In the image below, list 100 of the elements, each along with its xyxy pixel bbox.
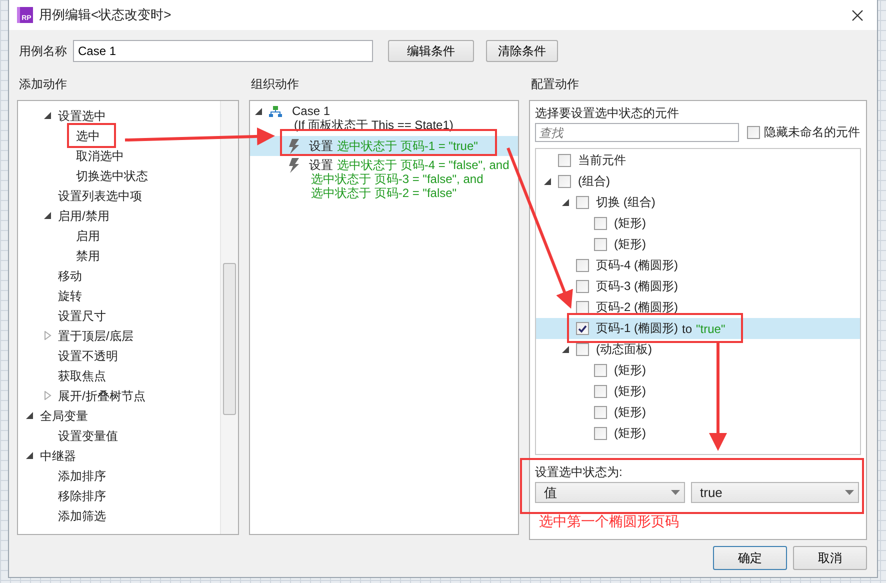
mode-dropdown[interactable]: 值 bbox=[535, 482, 685, 503]
expanded-triangle-icon[interactable] bbox=[44, 111, 52, 120]
action-detail: 选中状态于 页码-2 = "false" bbox=[311, 186, 458, 200]
widget-row[interactable]: (矩形) bbox=[536, 402, 860, 423]
action-item[interactable]: 获取焦点 bbox=[58, 368, 106, 384]
action-item[interactable]: 设置变量值 bbox=[58, 428, 118, 444]
collapsed-triangle-icon[interactable] bbox=[44, 391, 52, 400]
scrollbar[interactable] bbox=[220, 101, 238, 534]
condition-button[interactable]: 编辑条件 bbox=[388, 40, 474, 62]
action-item[interactable]: 设置选中 bbox=[58, 108, 106, 124]
action-item[interactable]: 切换选中状态 bbox=[76, 168, 148, 184]
action-item[interactable]: 设置不透明 bbox=[58, 348, 118, 364]
section-title: 添加动作 bbox=[18, 76, 68, 92]
action-item[interactable]: 全局变量 bbox=[40, 408, 88, 424]
widget-row[interactable]: (动态面板) bbox=[536, 339, 860, 360]
widget-row[interactable]: 页码-1 (椭圆形) to "true" bbox=[536, 318, 860, 339]
action-item[interactable]: 旋转 bbox=[58, 288, 82, 304]
action-item[interactable]: 移除排序 bbox=[58, 488, 106, 504]
widget-row[interactable]: (矩形) bbox=[536, 360, 860, 381]
checkbox[interactable] bbox=[594, 406, 607, 419]
search-field[interactable]: 查找 bbox=[535, 123, 739, 142]
scrollbar-thumb[interactable] bbox=[223, 263, 236, 415]
action-item[interactable]: 取消选中 bbox=[76, 148, 124, 164]
assigned-value: "true" bbox=[696, 322, 726, 336]
highlight-frame bbox=[67, 123, 116, 148]
widget-row[interactable]: (矩形) bbox=[536, 381, 860, 402]
expanded-triangle-icon[interactable] bbox=[562, 345, 570, 354]
checkbox[interactable] bbox=[576, 280, 589, 293]
widget-row[interactable]: (矩形) bbox=[536, 423, 860, 444]
section-title: 配置动作 bbox=[530, 76, 580, 92]
action-item[interactable]: 启用 bbox=[76, 228, 100, 244]
action-item[interactable]: 中继器 bbox=[40, 448, 76, 464]
widget-label: (矩形) bbox=[614, 383, 646, 400]
checkbox[interactable] bbox=[576, 322, 589, 335]
widget-row[interactable]: 页码-3 (椭圆形) bbox=[536, 276, 860, 297]
widget-row[interactable]: (矩形) bbox=[536, 234, 860, 255]
action-item[interactable]: 添加排序 bbox=[58, 468, 106, 484]
widget-row[interactable]: 当前元件 bbox=[536, 150, 860, 171]
checkbox-label: 隐藏未命名的元件 bbox=[764, 124, 860, 141]
action-detail: 选中状态于 页码-4 = "false", and bbox=[337, 158, 510, 172]
checkbox[interactable] bbox=[576, 301, 589, 314]
checkbox[interactable] bbox=[576, 196, 589, 209]
condition-button[interactable]: 清除条件 bbox=[486, 40, 558, 62]
checkbox[interactable] bbox=[594, 364, 607, 377]
action-item[interactable]: 添加筛选 bbox=[58, 508, 106, 524]
annotation-note: 选中第一个椭圆形页码 bbox=[538, 513, 680, 531]
widget-row[interactable]: (矩形) bbox=[536, 213, 860, 234]
value-dropdown[interactable]: true bbox=[691, 482, 859, 503]
case-name[interactable]: Case 1 bbox=[292, 104, 330, 118]
checkbox[interactable] bbox=[594, 385, 607, 398]
widget-label: (动态面板) bbox=[596, 341, 652, 358]
action-item[interactable]: 选中 bbox=[76, 128, 100, 144]
action-item[interactable]: 启用/禁用 bbox=[58, 208, 110, 224]
checkbox[interactable] bbox=[594, 217, 607, 230]
action-detail: 选中状态于 页码-1 = "true" bbox=[337, 139, 478, 153]
widget-label: 切换 (组合) bbox=[596, 194, 656, 211]
caret-icon bbox=[671, 490, 680, 495]
widget-label: 页码-1 (椭圆形) bbox=[596, 320, 678, 337]
widget-label: (组合) bbox=[578, 173, 610, 190]
expanded-triangle-icon[interactable] bbox=[44, 211, 52, 220]
expanded-triangle-icon[interactable] bbox=[544, 177, 552, 186]
expanded-triangle-icon[interactable] bbox=[255, 106, 263, 116]
collapsed-triangle-icon[interactable] bbox=[44, 331, 52, 340]
dialog-button[interactable]: 确定 bbox=[713, 546, 787, 570]
checkbox[interactable] bbox=[576, 259, 589, 272]
action-item[interactable]: 置于顶层/底层 bbox=[58, 328, 134, 344]
window-title: 用例编辑<状态改变时> bbox=[39, 6, 172, 24]
widget-label: 页码-3 (椭圆形) bbox=[596, 278, 678, 295]
expanded-triangle-icon[interactable] bbox=[562, 198, 570, 207]
checkbox[interactable] bbox=[594, 427, 607, 440]
lightning-icon bbox=[288, 139, 300, 154]
lightning-icon bbox=[288, 158, 300, 173]
action-item[interactable]: 设置尺寸 bbox=[58, 308, 106, 324]
expanded-triangle-icon[interactable] bbox=[26, 451, 34, 460]
checkbox[interactable] bbox=[558, 154, 571, 167]
dialog-button[interactable]: 取消 bbox=[793, 546, 867, 570]
widget-row[interactable]: 切换 (组合) bbox=[536, 192, 860, 213]
widget-label: (矩形) bbox=[614, 236, 646, 253]
action-item[interactable]: 展开/折叠树节点 bbox=[58, 388, 146, 404]
prompt-text: 选择要设置选中状态的元件 bbox=[535, 105, 680, 121]
widget-label: (矩形) bbox=[614, 425, 646, 442]
action-detail: 选中状态于 页码-3 = "false", and bbox=[311, 172, 484, 186]
expanded-triangle-icon[interactable] bbox=[26, 411, 34, 420]
widget-label: (矩形) bbox=[614, 362, 646, 379]
widget-row[interactable]: (组合) bbox=[536, 171, 860, 192]
widget-label: (矩形) bbox=[614, 404, 646, 421]
checkbox[interactable] bbox=[594, 238, 607, 251]
case-name-field[interactable]: Case 1 bbox=[73, 40, 373, 62]
widget-label: 页码-4 (椭圆形) bbox=[596, 257, 678, 274]
checkbox[interactable] bbox=[747, 126, 760, 139]
widget-label: (矩形) bbox=[614, 215, 646, 232]
action-row[interactable]: 设置 选中状态于 页码-4 = "false", and 选中状态于 页码-3 = "false", and 选中状态于 页码-2 = "false" bbox=[250, 156, 518, 200]
checkbox[interactable] bbox=[558, 175, 571, 188]
action-item[interactable]: 设置列表选中项 bbox=[58, 188, 142, 204]
widget-label: 当前元件 bbox=[578, 152, 626, 169]
close-icon[interactable] bbox=[852, 10, 863, 20]
checkbox[interactable] bbox=[576, 343, 589, 356]
action-item[interactable]: 移动 bbox=[58, 268, 82, 284]
action-item[interactable]: 禁用 bbox=[76, 248, 100, 264]
widget-row[interactable]: 页码-4 (椭圆形) bbox=[536, 255, 860, 276]
